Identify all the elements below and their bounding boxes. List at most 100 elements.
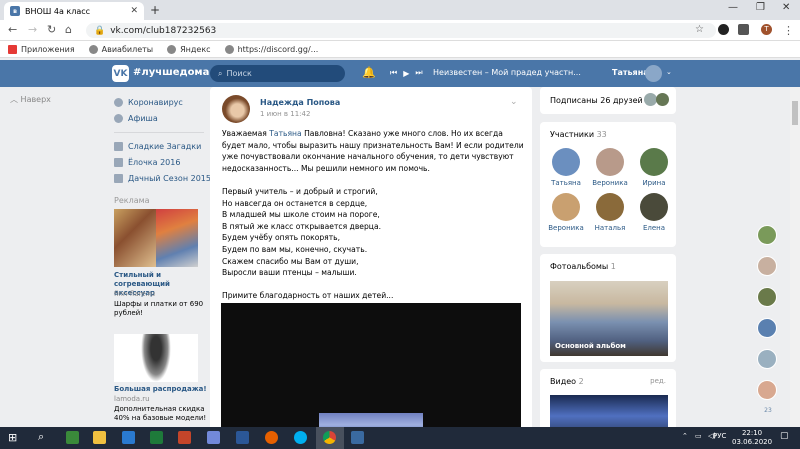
menu-item-coronavirus[interactable]: Коронавирус [114, 98, 214, 107]
play-icon[interactable]: ▶ [403, 69, 409, 78]
friend-avatar[interactable] [757, 349, 777, 369]
friend-avatar[interactable] [757, 318, 777, 338]
vk-logo[interactable]: VK [112, 65, 129, 82]
apps-icon [8, 44, 17, 54]
chevron-down-icon[interactable]: ⌄ [666, 68, 672, 76]
bell-icon[interactable]: 🔔 [362, 66, 376, 79]
edge-icon[interactable] [122, 431, 135, 444]
back-icon[interactable]: ← [8, 23, 17, 36]
scrollbar[interactable] [790, 87, 800, 427]
hashtag-label[interactable]: #лучшедома [133, 67, 209, 78]
member-item[interactable]: Вероника [592, 148, 628, 187]
tab-close-icon[interactable]: ✕ [130, 6, 138, 16]
network-icon[interactable]: ▭ [695, 432, 702, 440]
discord-icon[interactable] [207, 431, 220, 444]
ad-text[interactable]: Дополнительная скидка 40% на базовые мод… [114, 405, 209, 423]
bookmark-discord[interactable]: https://discord.gg/... [224, 44, 318, 54]
videos-title[interactable]: Видео 2 [550, 377, 584, 386]
chrome-taskbar-button[interactable] [316, 427, 344, 449]
member-item[interactable]: Татьяна [548, 148, 584, 187]
windows-start-icon[interactable]: ⊞ [8, 431, 17, 444]
member-avatar [596, 148, 624, 176]
store-icon[interactable] [66, 431, 79, 444]
bookmark-apps[interactable]: Приложения [8, 44, 75, 54]
ad-text[interactable]: Шарфы и платки от 690 рублей! [114, 300, 209, 318]
members-title[interactable]: Участники 33 [550, 130, 607, 139]
friend-avatar[interactable] [757, 256, 777, 276]
mention-link[interactable]: Татьяна [269, 129, 301, 138]
author-avatar[interactable] [222, 95, 250, 123]
ad-source[interactable]: lamoda.ru [114, 395, 150, 403]
group-link[interactable]: Ёлочка 2016 [114, 158, 214, 167]
member-item[interactable]: Вероника [548, 193, 584, 232]
member-item[interactable]: Ирина [636, 148, 672, 187]
prev-track-icon[interactable]: ⏮ [390, 68, 397, 78]
ad-image[interactable] [114, 209, 198, 267]
divider [114, 132, 204, 133]
url-field[interactable]: 🔒 vk.com/club187232563 [86, 23, 716, 38]
scroll-top[interactable]: ︿ Наверх [10, 94, 100, 105]
member-item[interactable]: Елена [636, 193, 672, 232]
album-cover[interactable]: Основной альбом [550, 281, 668, 356]
member-avatar [640, 193, 668, 221]
albums-title[interactable]: Фотоальбомы 1 [550, 262, 616, 271]
system-clock[interactable]: 22:10 03.06.2020 [732, 429, 772, 447]
ad-title[interactable]: Большая распродажа! [114, 385, 209, 394]
videos-edit-link[interactable]: ред. [650, 377, 666, 385]
user-avatar[interactable] [645, 65, 662, 82]
friend-avatar[interactable] [757, 287, 777, 307]
member-item[interactable]: Наталья [592, 193, 628, 232]
browser-tab[interactable]: в ВНОШ 4а класс ✕ [4, 2, 144, 20]
skype-icon[interactable] [294, 431, 307, 444]
post-date[interactable]: 1 июн в 11:42 [260, 110, 310, 118]
friend-avatar [656, 93, 669, 106]
maximize-icon[interactable]: ❐ [756, 2, 765, 13]
group-link[interactable]: Сладкие Загадки [114, 142, 214, 151]
profile-avatar[interactable]: T [761, 24, 772, 35]
close-window-icon[interactable]: ✕ [782, 2, 790, 13]
star-icon[interactable]: ☆ [695, 24, 704, 35]
bookmarks-bar: Приложения Авиабилеты Яндекс https://dis… [0, 41, 800, 58]
home-icon[interactable]: ⌂ [65, 23, 72, 36]
online-count[interactable]: 23 [757, 407, 779, 414]
friend-avatar[interactable] [757, 225, 777, 245]
search-icon[interactable]: ⌕ [38, 430, 44, 444]
scrollbar-thumb[interactable] [792, 101, 798, 125]
video-player[interactable] [221, 303, 521, 437]
menu-icon[interactable]: ⋮ [783, 24, 794, 37]
notifications-icon[interactable]: ▢ [780, 431, 789, 441]
friend-avatar[interactable] [757, 380, 777, 400]
album-name: Основной альбом [555, 342, 626, 350]
vk-header: VK #лучшедома ⌕ Поиск 🔔 ⏮ ▶ ⏭ Неизвестен… [0, 60, 800, 87]
bookmark-avia[interactable]: Авиабилеты [88, 44, 153, 54]
user-name[interactable]: Татьяна [612, 68, 649, 77]
app-icon[interactable] [351, 431, 364, 444]
menu-item-afisha[interactable]: Афиша [114, 114, 214, 123]
reload-icon[interactable]: ↻ [47, 23, 56, 36]
excel-icon[interactable] [150, 431, 163, 444]
forward-icon[interactable]: → [28, 23, 37, 36]
firefox-icon[interactable] [265, 431, 278, 444]
now-playing[interactable]: Неизвестен – Мой прадед участн... [433, 68, 581, 77]
ad-source[interactable]: finn-flare.ru [114, 290, 155, 298]
tab-title: ВНОШ 4а класс [25, 6, 91, 16]
chevron-down-icon[interactable]: ⌄ [510, 97, 518, 107]
minimize-icon[interactable]: — [728, 2, 738, 13]
extension-icon[interactable] [738, 24, 749, 35]
word-icon[interactable] [236, 431, 249, 444]
post-author[interactable]: Надежда Попова [260, 98, 340, 107]
search-input[interactable]: ⌕ Поиск [210, 65, 345, 82]
next-track-icon[interactable]: ⏭ [415, 68, 422, 78]
powerpoint-icon[interactable] [178, 431, 191, 444]
member-avatar [552, 148, 580, 176]
group-link[interactable]: Дачный Сезон 2015 [114, 174, 214, 183]
lang-indicator[interactable]: РУС [713, 432, 726, 440]
tray-chevron-icon[interactable]: ⌃ [682, 432, 688, 440]
explorer-icon[interactable] [93, 431, 106, 444]
extension-icon[interactable] [718, 24, 729, 35]
bookmark-yandex[interactable]: Яндекс [167, 44, 211, 54]
new-tab-button[interactable]: + [150, 3, 160, 17]
player-controls: ⏮ ▶ ⏭ [390, 68, 423, 78]
friends-subscribed[interactable]: Подписаны 26 друзей [540, 87, 676, 114]
ad-image[interactable] [114, 334, 198, 382]
